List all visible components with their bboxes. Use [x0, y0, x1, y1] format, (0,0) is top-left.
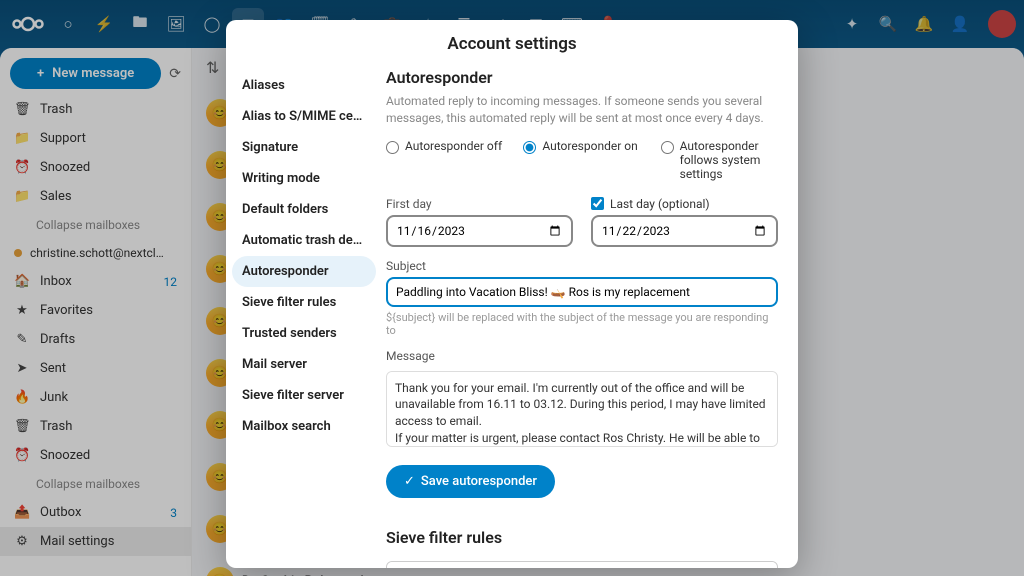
sieve-code[interactable]	[386, 561, 778, 568]
nav-alias-smime[interactable]: Alias to S/MIME ce…	[232, 101, 376, 132]
radio-system[interactable]: Autoresponder follows system settings	[661, 139, 778, 181]
modal-content: Autoresponder Automated reply to incomin…	[376, 64, 798, 568]
section-heading: Autoresponder	[386, 68, 778, 87]
last-day-checkbox[interactable]: Last day (optional)	[591, 197, 778, 211]
nav-writing-mode[interactable]: Writing mode	[232, 163, 376, 194]
radio-off[interactable]: Autoresponder off	[386, 139, 503, 181]
section-description: Automated reply to incoming messages. If…	[386, 93, 778, 127]
nav-trash-deletion[interactable]: Automatic trash de…	[232, 225, 376, 256]
account-settings-modal: Account settings Aliases Alias to S/MIME…	[226, 20, 798, 568]
subject-hint: ${subject} will be replaced with the sub…	[386, 311, 778, 337]
nav-aliases[interactable]: Aliases	[232, 70, 376, 101]
first-day-label: First day	[386, 197, 573, 211]
nav-default-folders[interactable]: Default folders	[232, 194, 376, 225]
sieve-heading: Sieve filter rules	[386, 528, 778, 547]
radio-on[interactable]: Autoresponder on	[523, 139, 640, 181]
nav-autoresponder[interactable]: Autoresponder	[232, 256, 376, 287]
message-label: Message	[386, 349, 778, 363]
subject-input[interactable]	[386, 277, 778, 307]
last-day-input[interactable]	[591, 215, 778, 247]
nav-trusted-senders[interactable]: Trusted senders	[232, 318, 376, 349]
subject-label: Subject	[386, 259, 778, 273]
check-icon: ✓	[404, 474, 415, 489]
modal-nav: Aliases Alias to S/MIME ce… Signature Wr…	[226, 64, 376, 568]
nav-signature[interactable]: Signature	[232, 132, 376, 163]
modal-title: Account settings	[226, 20, 798, 64]
nav-sieve-rules[interactable]: Sieve filter rules	[232, 287, 376, 318]
message-textarea[interactable]	[386, 371, 778, 447]
nav-sieve-server[interactable]: Sieve filter server	[232, 380, 376, 411]
nav-mailbox-search[interactable]: Mailbox search	[232, 411, 376, 442]
first-day-input[interactable]	[386, 215, 573, 247]
nav-mail-server[interactable]: Mail server	[232, 349, 376, 380]
save-autoresponder-button[interactable]: ✓Save autoresponder	[386, 465, 555, 498]
